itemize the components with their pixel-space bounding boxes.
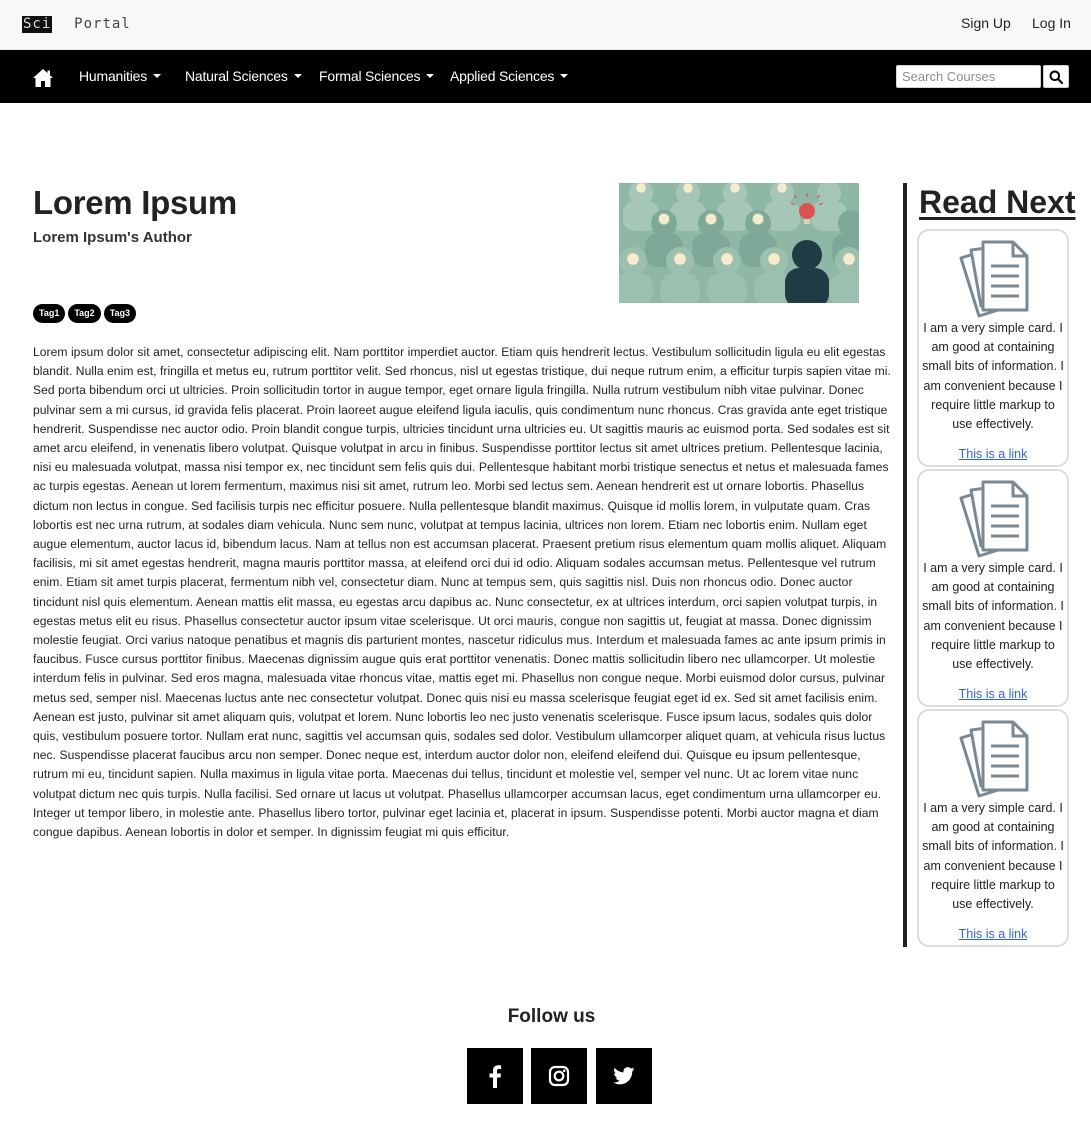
document-icon	[959, 240, 1029, 318]
read-next-card: I am a very simple card. I am good at co…	[917, 469, 1069, 707]
article-hero-image	[619, 183, 859, 303]
article-body: Lorem ipsum dolor sit amet, consectetur …	[33, 345, 891, 840]
article-author: Lorem Ipsum's Author	[33, 229, 192, 246]
card-text: I am a very simple card. I am good at co…	[922, 801, 1064, 912]
site-logo[interactable]: Sci Portal	[22, 16, 132, 33]
logo-text-portal: Portal	[74, 16, 131, 32]
nav-item-formal-sciences[interactable]: Formal Sciences	[319, 68, 435, 85]
card-link[interactable]: This is a link	[919, 927, 1067, 941]
facebook-icon	[489, 1065, 502, 1088]
caret-down-icon	[293, 74, 302, 78]
logo-gap	[52, 16, 73, 33]
main-navbar: Humanities Natural Sciences Formal Scien…	[0, 50, 1091, 103]
caret-down-icon	[560, 74, 569, 78]
nav-item-label: Applied Sciences	[450, 68, 555, 84]
nav-item-label: Humanities	[79, 68, 148, 84]
read-next-card: I am a very simple card. I am good at co…	[917, 229, 1069, 467]
follow-us-heading: Follow us	[507, 1006, 596, 1027]
tag-badge[interactable]: Tag3	[103, 304, 137, 323]
top-bar: Sci Portal Sign Up Log In	[0, 0, 1091, 50]
facebook-button[interactable]	[467, 1048, 523, 1104]
tag-list: Tag1 Tag2 Tag3	[33, 304, 137, 323]
instagram-button[interactable]	[531, 1048, 587, 1104]
nav-item-natural-sciences[interactable]: Natural Sciences	[185, 68, 302, 85]
twitter-button[interactable]	[596, 1048, 652, 1104]
home-icon[interactable]	[32, 68, 54, 88]
search-courses-input[interactable]	[896, 65, 1041, 88]
nav-item-label: Formal Sciences	[319, 68, 421, 84]
card-text: I am a very simple card. I am good at co…	[922, 561, 1064, 672]
article-title: Lorem Ipsum	[33, 184, 237, 221]
read-next-card: I am a very simple card. I am good at co…	[917, 709, 1069, 947]
sign-up-link[interactable]: Sign Up	[961, 15, 1011, 31]
nav-item-label: Natural Sciences	[185, 68, 288, 84]
logo-text-sci: Sci	[22, 16, 53, 33]
document-icon	[959, 720, 1029, 798]
caret-down-icon	[426, 74, 435, 78]
tag-badge[interactable]: Tag1	[33, 304, 66, 323]
twitter-icon	[613, 1067, 635, 1085]
nav-item-applied-sciences[interactable]: Applied Sciences	[450, 68, 569, 85]
search-icon	[1049, 70, 1063, 84]
card-text: I am a very simple card. I am good at co…	[922, 321, 1064, 432]
caret-down-icon	[153, 74, 162, 78]
card-link[interactable]: This is a link	[919, 687, 1067, 701]
log-in-link[interactable]: Log In	[1032, 15, 1071, 31]
card-link[interactable]: This is a link	[919, 447, 1067, 461]
document-icon	[959, 480, 1029, 558]
sidebar-divider	[903, 183, 907, 947]
search-button[interactable]	[1043, 65, 1069, 88]
read-next-title[interactable]: Read Next	[919, 182, 1076, 222]
tag-badge[interactable]: Tag2	[68, 304, 101, 323]
instagram-icon	[548, 1065, 570, 1087]
nav-item-humanities[interactable]: Humanities	[79, 68, 162, 85]
